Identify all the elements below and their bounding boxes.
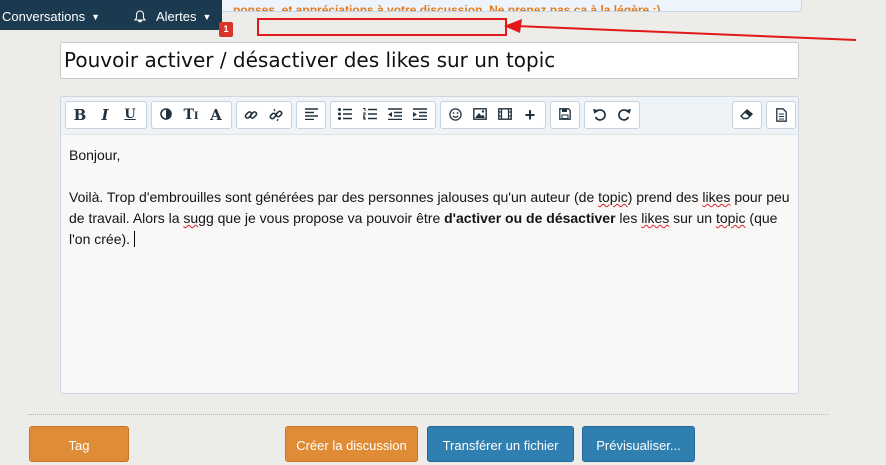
editor-paragraph: Voilà. Trop d'embrouilles sont générées … bbox=[69, 189, 790, 247]
italic-icon[interactable]: I bbox=[94, 102, 116, 128]
top-navigation: Conversations ▼ Alertes ▼ bbox=[0, 0, 222, 30]
insert-more-icon[interactable]: + bbox=[519, 102, 541, 128]
bell-icon bbox=[133, 2, 147, 23]
annotation-highlight-box bbox=[257, 18, 507, 36]
media-icon[interactable] bbox=[494, 102, 516, 128]
alerts-menu[interactable]: Alertes ▼ bbox=[133, 0, 212, 30]
tags-button[interactable]: Tag bbox=[29, 426, 129, 462]
preview-button[interactable]: Prévisualiser... bbox=[582, 426, 695, 462]
toolbar-group-drafts bbox=[550, 101, 580, 129]
upload-file-button[interactable]: Transférer un fichier bbox=[427, 426, 574, 462]
smilie-icon[interactable] bbox=[444, 102, 466, 128]
editor-toolbar: B I U TI A + bbox=[61, 97, 798, 135]
toolbar-group-format bbox=[732, 101, 762, 129]
message-editor[interactable]: B I U TI A + Bonjour, Voilà. Trop d'embr… bbox=[60, 96, 799, 394]
numbered-list-icon[interactable] bbox=[359, 102, 381, 128]
unlink-icon[interactable] bbox=[265, 102, 287, 128]
toolbar-group-history bbox=[584, 101, 640, 129]
bold-phrase: d'activer ou de désactiver bbox=[444, 210, 616, 226]
thread-title-input[interactable]: Pouvoir activer / désactiver des likes s… bbox=[60, 42, 799, 79]
undo-icon[interactable] bbox=[588, 102, 610, 128]
notice-banner: ponses, et appréciations à votre discuss… bbox=[218, 0, 802, 12]
chevron-down-icon: ▼ bbox=[91, 12, 101, 22]
text-color-icon[interactable] bbox=[155, 102, 177, 128]
alerts-count-badge: 1 bbox=[219, 22, 233, 37]
underline-icon[interactable]: U bbox=[119, 102, 141, 128]
toolbar-group-links bbox=[236, 101, 292, 129]
editor-greeting: Bonjour, bbox=[69, 147, 121, 163]
indent-icon[interactable] bbox=[409, 102, 431, 128]
conversations-menu[interactable]: Conversations ▼ bbox=[2, 0, 100, 30]
toolbar-group-insert: + bbox=[440, 101, 546, 129]
toolbar-group-text-style: B I U bbox=[65, 101, 147, 129]
link-icon[interactable] bbox=[240, 102, 262, 128]
toggle-bbcode-icon[interactable] bbox=[770, 102, 792, 128]
toolbar-group-lists bbox=[330, 101, 436, 129]
editor-content[interactable]: Bonjour, Voilà. Trop d'embrouilles sont … bbox=[69, 145, 793, 271]
chevron-down-icon: ▼ bbox=[202, 12, 212, 22]
redo-icon[interactable] bbox=[613, 102, 635, 128]
conversations-label: Conversations bbox=[2, 9, 86, 24]
toolbar-group-source bbox=[766, 101, 796, 129]
annotation-arrow-icon bbox=[504, 19, 857, 41]
create-thread-button[interactable]: Créer la discussion bbox=[285, 426, 418, 462]
outdent-icon[interactable] bbox=[384, 102, 406, 128]
text-caret bbox=[134, 231, 136, 247]
save-draft-icon[interactable] bbox=[554, 102, 576, 128]
image-icon[interactable] bbox=[469, 102, 491, 128]
bold-icon[interactable]: B bbox=[69, 102, 91, 128]
align-icon[interactable] bbox=[300, 102, 322, 128]
form-divider bbox=[28, 414, 828, 415]
bullet-list-icon[interactable] bbox=[334, 102, 356, 128]
toolbar-group-align bbox=[296, 101, 326, 129]
remove-format-icon[interactable] bbox=[736, 102, 758, 128]
alerts-label: Alertes bbox=[156, 9, 197, 24]
font-size-icon[interactable]: TI bbox=[180, 102, 202, 128]
font-family-icon[interactable]: A bbox=[205, 102, 227, 128]
toolbar-group-font: TI A bbox=[151, 101, 232, 129]
notice-text: ponses, et appréciations à votre discuss… bbox=[233, 3, 661, 12]
